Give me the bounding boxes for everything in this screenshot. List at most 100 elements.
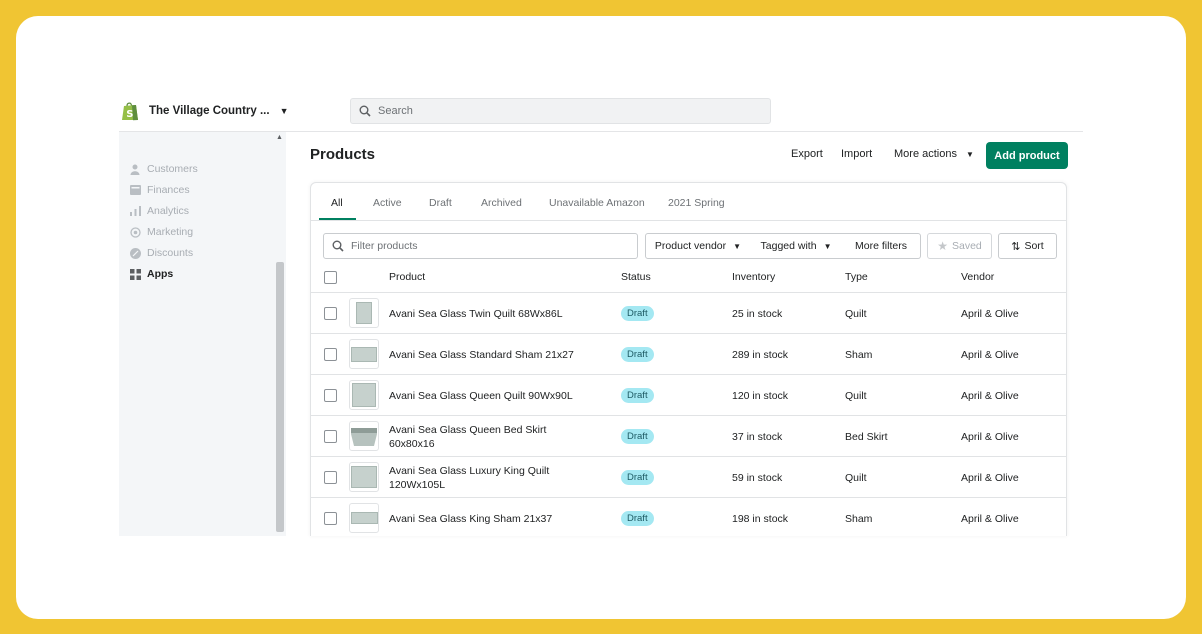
tab-2021-spring[interactable]: 2021 Spring bbox=[668, 197, 725, 209]
table-row[interactable]: Avani Sea Glass Standard Sham 21x27 Draf… bbox=[311, 334, 1066, 375]
inventory-cell: 59 in stock bbox=[732, 471, 783, 484]
product-name[interactable]: Avani Sea Glass Standard Sham 21x27 bbox=[389, 334, 589, 375]
vendor-cell: April & Olive bbox=[961, 512, 1019, 525]
caret-down-icon: ▼ bbox=[966, 150, 974, 159]
column-header-status[interactable]: Status bbox=[621, 271, 651, 283]
sidebar-item-label: Apps bbox=[147, 268, 174, 280]
sidebar-item-discounts[interactable]: Discounts bbox=[129, 244, 193, 262]
product-name[interactable]: Avani Sea Glass King Sham 21x37 bbox=[389, 498, 589, 536]
person-icon bbox=[129, 163, 141, 175]
product-thumbnail[interactable] bbox=[349, 380, 379, 410]
product-thumbnail[interactable] bbox=[349, 503, 379, 533]
table-row[interactable]: Avani Sea Glass King Sham 21x37 Draft 19… bbox=[311, 498, 1066, 536]
more-filters-button[interactable]: More filters bbox=[842, 233, 921, 259]
vendor-cell: April & Olive bbox=[961, 307, 1019, 320]
caret-down-icon: ▼ bbox=[279, 106, 289, 116]
row-checkbox[interactable] bbox=[324, 430, 337, 443]
sidebar-item-marketing[interactable]: Marketing bbox=[129, 223, 193, 241]
sidebar-scrollbar[interactable]: ▲ bbox=[273, 132, 286, 536]
vendor-cell: April & Olive bbox=[961, 389, 1019, 402]
tagged-with-filter[interactable]: Tagged with ▼ bbox=[750, 233, 843, 259]
status-badge: Draft bbox=[621, 429, 654, 444]
sidebar-item-label: Marketing bbox=[147, 226, 194, 238]
product-thumbnail[interactable] bbox=[349, 339, 379, 369]
inventory-cell: 120 in stock bbox=[732, 389, 789, 402]
inventory-cell: 289 in stock bbox=[732, 348, 789, 361]
sidebar-item-finances[interactable]: Finances bbox=[129, 181, 190, 199]
inventory-cell: 25 in stock bbox=[732, 307, 783, 320]
import-button[interactable]: Import bbox=[841, 148, 872, 160]
sidebar-item-label: Finances bbox=[147, 184, 190, 196]
apps-grid-icon bbox=[129, 268, 141, 280]
scrollbar-thumb[interactable] bbox=[276, 262, 284, 532]
svg-text:S: S bbox=[126, 109, 133, 120]
scroll-up-arrow-icon[interactable]: ▲ bbox=[276, 134, 283, 141]
vendor-cell: April & Olive bbox=[961, 430, 1019, 443]
table-row[interactable]: Avani Sea Glass Queen Bed Skirt 60x80x16… bbox=[311, 416, 1066, 457]
saved-label: Saved bbox=[951, 240, 982, 252]
type-cell: Sham bbox=[845, 512, 873, 525]
product-vendor-filter[interactable]: Product vendor ▼ bbox=[645, 233, 751, 259]
row-checkbox[interactable] bbox=[324, 389, 337, 402]
add-product-button[interactable]: Add product bbox=[986, 142, 1068, 169]
bar-chart-icon bbox=[129, 205, 141, 217]
select-all-checkbox[interactable] bbox=[324, 271, 337, 284]
sort-icon: ⇅ bbox=[1011, 240, 1021, 253]
global-search[interactable] bbox=[350, 98, 771, 124]
product-vendor-label: Product vendor bbox=[654, 240, 727, 252]
discount-icon bbox=[129, 247, 141, 259]
page-title: Products bbox=[310, 146, 376, 163]
sort-button[interactable]: ⇅ Sort bbox=[998, 233, 1057, 259]
type-cell: Quilt bbox=[845, 471, 867, 484]
column-header-type[interactable]: Type bbox=[845, 271, 868, 283]
table-row[interactable]: Avani Sea Glass Queen Quilt 90Wx90L Draf… bbox=[311, 375, 1066, 416]
product-thumbnail[interactable] bbox=[349, 298, 379, 328]
row-checkbox[interactable] bbox=[324, 471, 337, 484]
app-window: S The Village Country ... ▼ Customers Fi… bbox=[16, 16, 1186, 619]
sidebar-item-label: Discounts bbox=[147, 247, 194, 259]
column-header-product[interactable]: Product bbox=[389, 271, 425, 283]
product-thumbnail[interactable] bbox=[349, 421, 379, 451]
status-badge: Draft bbox=[621, 388, 654, 403]
type-cell: Sham bbox=[845, 348, 873, 361]
inventory-cell: 37 in stock bbox=[732, 430, 783, 443]
table-row[interactable]: Avani Sea Glass Luxury King Quilt 120Wx1… bbox=[311, 457, 1066, 498]
tab-archived[interactable]: Archived bbox=[481, 197, 522, 209]
sidebar-item-analytics[interactable]: Analytics bbox=[129, 202, 189, 220]
product-name[interactable]: Avani Sea Glass Queen Quilt 90Wx90L bbox=[389, 375, 589, 416]
filter-products-field[interactable] bbox=[323, 233, 638, 259]
row-checkbox[interactable] bbox=[324, 512, 337, 525]
search-input[interactable] bbox=[378, 105, 758, 117]
saved-button[interactable]: ★ Saved bbox=[927, 233, 992, 259]
target-icon bbox=[129, 226, 141, 238]
caret-down-icon: ▼ bbox=[823, 241, 832, 251]
sidebar-item-customers[interactable]: Customers bbox=[129, 160, 198, 178]
tab-draft[interactable]: Draft bbox=[429, 197, 452, 209]
more-actions-button[interactable]: More actions ▼ bbox=[894, 148, 974, 160]
product-name[interactable]: Avani Sea Glass Twin Quilt 68Wx86L bbox=[389, 293, 589, 334]
status-badge: Draft bbox=[621, 511, 654, 526]
status-badge: Draft bbox=[621, 306, 654, 321]
status-badge: Draft bbox=[621, 347, 654, 362]
column-header-vendor[interactable]: Vendor bbox=[961, 271, 994, 283]
search-icon bbox=[359, 105, 371, 117]
row-checkbox[interactable] bbox=[324, 307, 337, 320]
export-button[interactable]: Export bbox=[791, 148, 823, 160]
vendor-cell: April & Olive bbox=[961, 471, 1019, 484]
row-checkbox[interactable] bbox=[324, 348, 337, 361]
table-row[interactable]: Avani Sea Glass Twin Quilt 68Wx86L Draft… bbox=[311, 293, 1066, 334]
tab-unavailable-amazon[interactable]: Unavailable Amazon bbox=[549, 197, 645, 209]
type-cell: Quilt bbox=[845, 307, 867, 320]
product-thumbnail[interactable] bbox=[349, 462, 379, 492]
sidebar-item-apps[interactable]: Apps bbox=[129, 265, 173, 283]
product-name[interactable]: Avani Sea Glass Luxury King Quilt 120Wx1… bbox=[389, 457, 589, 498]
product-name[interactable]: Avani Sea Glass Queen Bed Skirt 60x80x16 bbox=[389, 416, 589, 457]
sidebar-item-label: Analytics bbox=[147, 205, 190, 217]
store-switcher[interactable]: S The Village Country ... ▼ bbox=[121, 100, 288, 122]
tagged-with-label: Tagged with bbox=[760, 240, 817, 252]
filter-products-input[interactable] bbox=[351, 240, 631, 252]
caret-down-icon: ▼ bbox=[733, 241, 742, 251]
tab-all[interactable]: All bbox=[331, 197, 343, 209]
tab-active[interactable]: Active bbox=[373, 197, 402, 209]
column-header-inventory[interactable]: Inventory bbox=[732, 271, 775, 283]
